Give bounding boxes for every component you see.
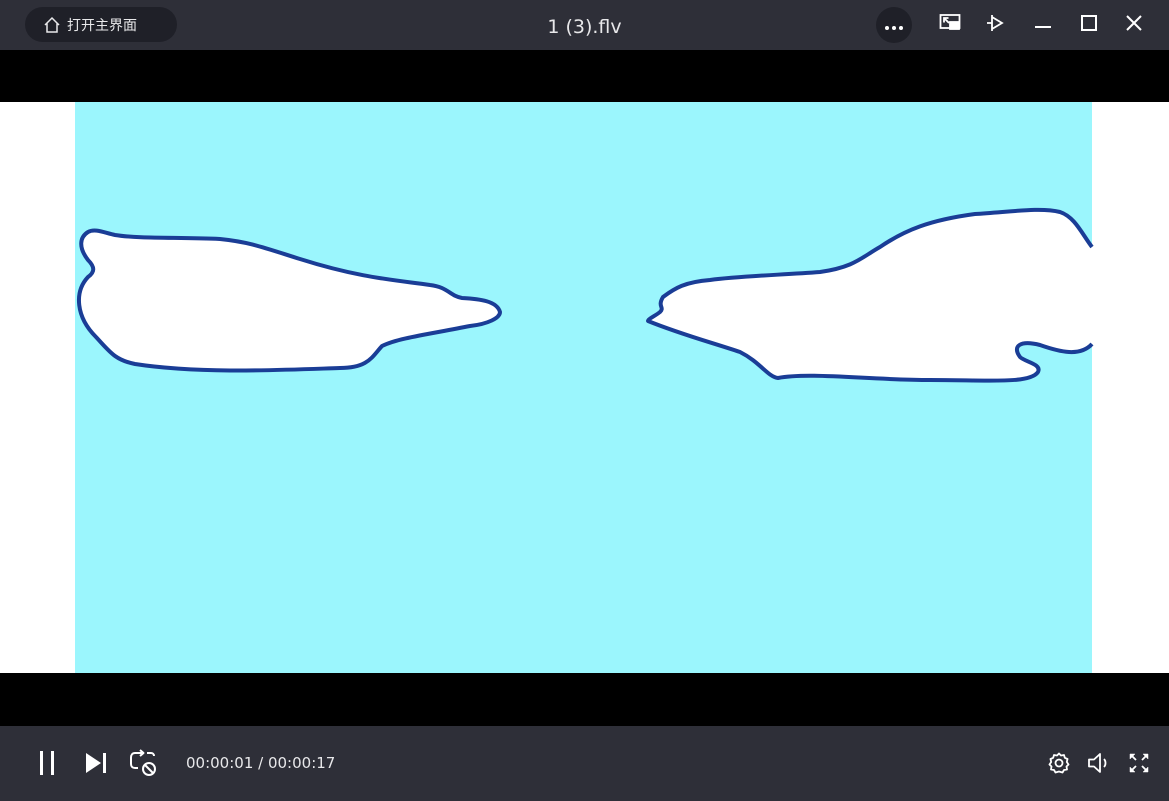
more-icon — [884, 16, 904, 35]
pause-button[interactable] — [32, 750, 62, 780]
minimize-icon — [1034, 14, 1052, 36]
video-area[interactable] — [0, 50, 1169, 726]
duration: 00:00:17 — [267, 754, 336, 772]
control-bar: 00:00:01 / 00:00:17 — [0, 726, 1169, 801]
close-icon — [1125, 14, 1143, 36]
minimize-button[interactable] — [1025, 7, 1061, 43]
more-button[interactable] — [876, 7, 912, 43]
pause-icon — [36, 750, 58, 780]
playback-time: 00:00:01 / 00:00:17 — [186, 754, 335, 772]
next-button[interactable] — [81, 750, 111, 780]
maximize-icon — [1080, 14, 1098, 36]
fullscreen-button[interactable] — [1124, 750, 1154, 780]
volume-icon — [1087, 752, 1111, 778]
title-bar: 打开主界面 1 (3).flv — [0, 0, 1169, 50]
loop-button[interactable] — [129, 749, 159, 781]
video-frame — [0, 102, 1169, 673]
fullscreen-icon — [1129, 753, 1149, 777]
open-main-window-label: 打开主界面 — [67, 17, 137, 34]
gear-icon — [1048, 752, 1070, 778]
pin-button[interactable] — [978, 7, 1014, 43]
volume-button[interactable] — [1084, 750, 1114, 780]
home-icon — [43, 16, 61, 34]
settings-button[interactable] — [1044, 750, 1074, 780]
mini-mode-button[interactable] — [932, 7, 968, 43]
maximize-button[interactable] — [1071, 7, 1107, 43]
next-icon — [84, 752, 108, 778]
mini-mode-icon — [939, 13, 961, 37]
sky-background — [75, 102, 1092, 673]
loop-off-icon — [129, 749, 159, 781]
close-button[interactable] — [1116, 7, 1152, 43]
video-frame-image — [75, 102, 1094, 673]
open-main-window-button[interactable]: 打开主界面 — [25, 7, 177, 42]
time-separator: / — [253, 754, 268, 772]
pin-icon — [985, 12, 1007, 38]
current-time: 00:00:01 — [186, 754, 254, 772]
